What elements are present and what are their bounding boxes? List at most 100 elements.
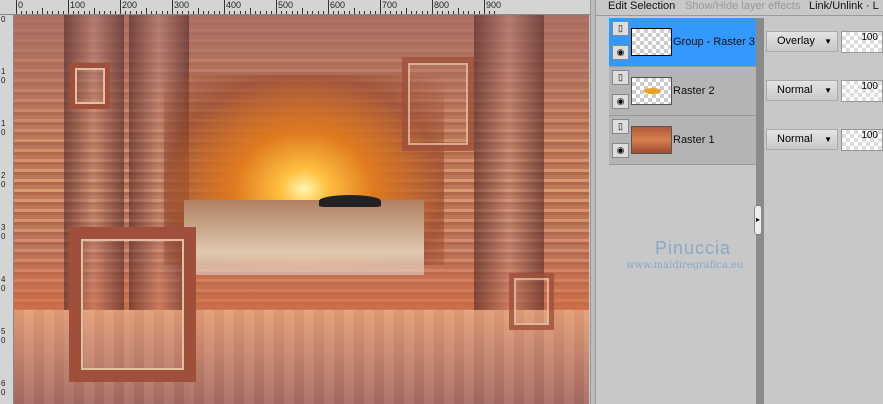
- ruler-tick: [291, 11, 293, 14]
- ruler-tick: [463, 11, 465, 14]
- ruler-tick: [31, 11, 33, 14]
- expand-arrow-icon[interactable]: ▸: [754, 205, 762, 235]
- ruler-tick: [390, 11, 392, 14]
- opacity-field[interactable]: 100: [841, 129, 883, 151]
- ruler-tick: [307, 11, 309, 14]
- ruler-tick: [109, 11, 111, 14]
- layer-thumbnail: [631, 126, 672, 154]
- ruler-tick: [250, 8, 251, 14]
- vertical-ruler: 0 1 0 1 0 2 0 3 0 4 0 5 0 6 0: [0, 15, 14, 404]
- ruler-tick: [468, 11, 470, 14]
- ruler-tick: [385, 11, 387, 14]
- ruler-tick: [265, 11, 267, 14]
- page-icon[interactable]: ▯: [612, 21, 629, 36]
- eye-icon[interactable]: ◉: [612, 94, 629, 109]
- ruler-label: 500: [278, 0, 294, 10]
- frame: [509, 273, 554, 330]
- ruler-tick: [328, 0, 329, 14]
- ruler-tick: [421, 11, 423, 14]
- ruler-tick: [406, 8, 407, 14]
- ruler-tick: [244, 11, 246, 14]
- ruler-tick: [198, 8, 199, 14]
- ruler-label: 1 0: [1, 67, 6, 85]
- ruler-tick: [276, 0, 277, 14]
- ruler-tick: [452, 11, 454, 14]
- frame: [69, 227, 196, 382]
- edit-selection-button[interactable]: Edit Selection: [608, 0, 675, 12]
- ruler-tick: [130, 11, 132, 14]
- ruler-tick: [369, 11, 371, 14]
- ruler-tick: [338, 11, 340, 14]
- ruler-tick: [270, 11, 272, 14]
- ruler-label: 2 0: [1, 171, 6, 189]
- horizontal-ruler: 0 100 200 300 400 500 600 700 800 900: [0, 0, 590, 15]
- ruler-tick: [348, 11, 350, 14]
- sea: [184, 200, 424, 275]
- blend-mode-value: Overlay: [777, 35, 815, 47]
- eye-icon[interactable]: ◉: [612, 143, 629, 158]
- ruler-label: 600: [330, 0, 346, 10]
- page-icon[interactable]: ▯: [612, 70, 629, 85]
- ruler-tick: [104, 11, 106, 14]
- opacity-field[interactable]: 100: [841, 80, 883, 102]
- ruler-label: 800: [434, 0, 450, 10]
- ruler-tick: [177, 11, 179, 14]
- ruler-tick: [281, 11, 283, 14]
- layer-row-raster-2[interactable]: ▯ ◉ Raster 2: [609, 67, 757, 116]
- ruler-tick: [16, 0, 17, 14]
- island: [319, 195, 381, 207]
- ruler-tick: [447, 11, 449, 14]
- ruler-tick: [494, 11, 496, 14]
- ruler-tick: [114, 11, 116, 14]
- ruler-tick: [224, 0, 225, 14]
- chevron-down-icon: ▼: [824, 86, 832, 95]
- ruler-tick: [255, 11, 257, 14]
- ruler-tick: [36, 11, 38, 14]
- opacity-field[interactable]: 100: [841, 31, 883, 53]
- blend-mode-dropdown[interactable]: Overlay ▼: [766, 31, 838, 52]
- image-canvas[interactable]: [14, 15, 589, 404]
- ruler-tick: [78, 11, 80, 14]
- ruler-tick: [333, 11, 335, 14]
- ruler-tick: [192, 11, 194, 14]
- ruler-tick: [432, 0, 433, 14]
- watermark-name: Pinuccia: [655, 238, 732, 258]
- ruler-tick: [343, 11, 345, 14]
- ruler-tick: [317, 11, 319, 14]
- ruler-tick: [302, 8, 303, 14]
- layer-row-group-raster-3[interactable]: ▯ ◉ Group - Raster 3: [609, 18, 757, 67]
- blend-mode-dropdown[interactable]: Normal ▼: [766, 129, 838, 150]
- ruler-label: 300: [174, 0, 190, 10]
- ruler-tick: [187, 11, 189, 14]
- ruler-tick: [213, 11, 215, 14]
- ruler-tick: [172, 0, 173, 14]
- ruler-tick: [400, 11, 402, 14]
- blend-mode-value: Normal: [777, 133, 813, 145]
- link-unlink-button[interactable]: Link/Unlink · L: [809, 0, 879, 12]
- ruler-tick: [68, 0, 69, 14]
- ruler-tick: [411, 11, 413, 14]
- ruler-label: 1 0: [1, 119, 6, 137]
- blend-mode-dropdown[interactable]: Normal ▼: [766, 80, 838, 101]
- page-icon[interactable]: ▯: [612, 119, 629, 134]
- chevron-down-icon: ▼: [824, 37, 832, 46]
- ruler-label: 400: [226, 0, 242, 10]
- chevron-down-icon: ▼: [824, 135, 832, 144]
- ruler-label: 200: [122, 0, 138, 10]
- ruler-tick: [374, 11, 376, 14]
- eye-icon[interactable]: ◉: [612, 45, 629, 60]
- ruler-label: 3 0: [1, 223, 6, 241]
- ruler-tick: [156, 11, 158, 14]
- ruler-tick: [473, 11, 475, 14]
- ruler-tick: [99, 11, 101, 14]
- ruler-tick: [161, 11, 163, 14]
- frame: [70, 63, 110, 109]
- ruler-label: 4 0: [1, 275, 6, 293]
- ruler-tick: [442, 11, 444, 14]
- ruler-tick: [286, 11, 288, 14]
- show-hide-effects-button[interactable]: Show/Hide layer effects: [685, 0, 800, 12]
- layers-toolbar: Edit Selection Show/Hide layer effects L…: [596, 0, 883, 16]
- layer-row-raster-1[interactable]: ▯ ◉ Raster 1: [609, 116, 757, 165]
- ruler-tick: [203, 11, 205, 14]
- ruler-label: 0: [1, 15, 6, 24]
